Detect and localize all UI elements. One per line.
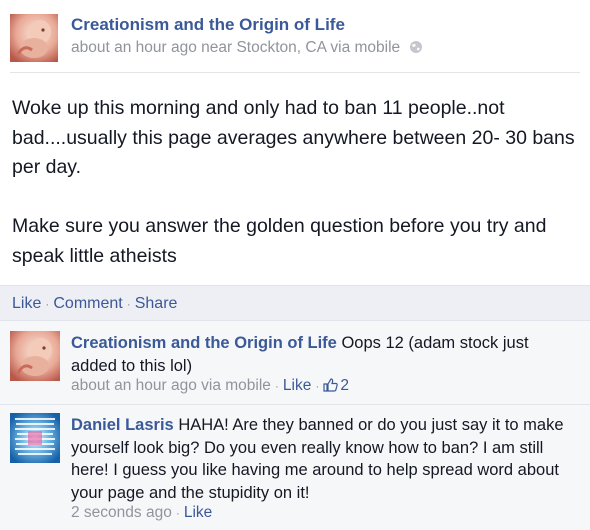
separator: · xyxy=(126,297,131,311)
separator: · xyxy=(45,297,50,311)
fetus-image xyxy=(10,331,60,381)
comment-author-link[interactable]: Daniel Lasris xyxy=(71,416,174,434)
post-actions-bar: Like · Comment · Share xyxy=(0,285,590,320)
post-paragraph-2: Make sure you answer the golden question… xyxy=(12,215,547,267)
like-count-value: 2 xyxy=(340,377,349,394)
post-body: Woke up this morning and only had to ban… xyxy=(12,94,578,271)
header-divider xyxy=(10,72,580,73)
avatar-image xyxy=(10,413,60,463)
like-link[interactable]: Like xyxy=(12,295,41,312)
share-link[interactable]: Share xyxy=(135,295,178,312)
page-name-link[interactable]: Creationism and the Origin of Life xyxy=(71,15,345,35)
comment-text: Creationism and the Origin of Life Oops … xyxy=(71,332,571,377)
comment-text: Daniel Lasris HAHA! Are they banned or d… xyxy=(71,414,571,504)
post-paragraph-1: Woke up this morning and only had to ban… xyxy=(12,97,575,178)
separator: · xyxy=(315,379,320,393)
comment-item: Creationism and the Origin of Life Oops … xyxy=(0,320,590,404)
page-avatar[interactable] xyxy=(10,14,58,62)
comment-author-link[interactable]: Creationism and the Origin of Life xyxy=(71,334,337,352)
thumbs-up-icon xyxy=(323,378,339,397)
comment-meta: about an hour ago via mobile · Like · 2 xyxy=(71,377,349,397)
post-meta: about an hour ago near Stockton, CA via … xyxy=(71,39,423,59)
comment-timestamp[interactable]: 2 seconds ago xyxy=(71,504,172,521)
post-header: Creationism and the Origin of Life about… xyxy=(0,0,590,75)
comment-avatar[interactable] xyxy=(10,413,60,463)
separator: · xyxy=(274,379,279,393)
comment-meta: 2 seconds ago · Like xyxy=(71,504,212,522)
post-timestamp[interactable]: about an hour ago near Stockton, CA via … xyxy=(71,39,400,56)
comment-link[interactable]: Comment xyxy=(53,295,122,312)
comment-like-link[interactable]: Like xyxy=(184,504,212,521)
comment-avatar[interactable] xyxy=(10,331,60,381)
comment-timestamp[interactable]: about an hour ago via mobile xyxy=(71,377,271,394)
comment-like-link[interactable]: Like xyxy=(283,377,311,394)
fetus-image xyxy=(10,14,58,62)
comment-item: Daniel Lasris HAHA! Are they banned or d… xyxy=(0,404,590,530)
globe-icon xyxy=(409,40,423,59)
comment-like-count[interactable]: 2 xyxy=(323,377,349,394)
separator: · xyxy=(175,506,180,520)
